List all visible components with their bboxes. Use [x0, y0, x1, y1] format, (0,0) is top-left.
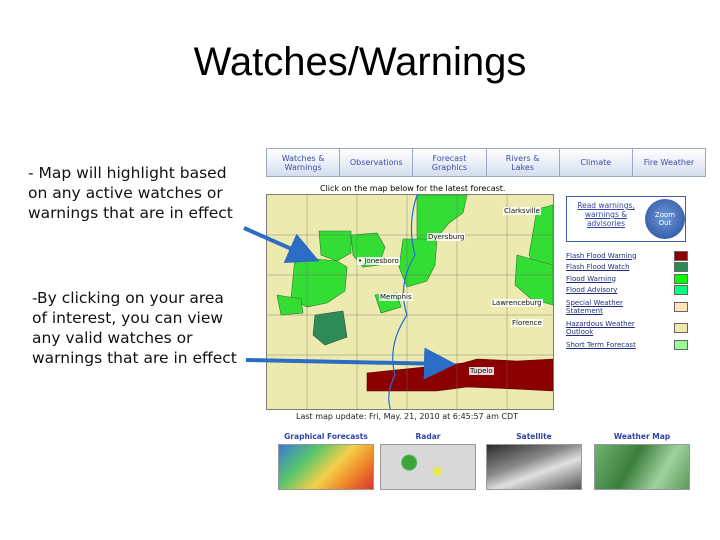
tab-climate[interactable]: Climate — [560, 149, 633, 176]
legend-swatch — [674, 250, 688, 261]
legend-swatch — [674, 273, 688, 284]
legend-label: Short Term Forecast — [566, 340, 636, 349]
radar-map-image — [380, 444, 476, 490]
map-caption: Click on the map below for the latest fo… — [320, 184, 506, 193]
bullet-map-highlight: - Map will highlight based on any active… — [28, 164, 233, 222]
zoom-out-label: Zoom Out — [654, 211, 676, 227]
city-label: Florence — [511, 319, 543, 327]
tab-rivers-lakes[interactable]: Rivers & Lakes — [487, 149, 560, 176]
warning-legend: Flash Flood Warning Flash Flood Watch Fl… — [566, 250, 688, 351]
legend-swatch — [674, 285, 688, 295]
legend-label: Flash Flood Warning — [566, 251, 637, 260]
weather-map-thumbnail[interactable]: Weather Map — [594, 432, 690, 490]
city-label: Memphis — [379, 293, 413, 301]
legend-label: Special Weather Statement — [566, 298, 623, 315]
thumbnail-title: Radar — [415, 432, 441, 441]
graphical-forecasts-thumbnail[interactable]: Graphical Forecasts — [278, 432, 374, 490]
tab-forecast-graphics[interactable]: Forecast Graphics — [413, 149, 487, 176]
satellite-thumbnail[interactable]: Satellite — [486, 432, 582, 490]
legend-label: Flood Advisory — [566, 286, 618, 294]
flood-warning-area — [318, 230, 352, 262]
radar-thumbnail[interactable]: Radar — [380, 432, 476, 490]
legend-swatch — [674, 301, 688, 312]
thumbnail-title: Graphical Forecasts — [284, 432, 368, 441]
legend-item[interactable]: Flash Flood Watch — [566, 262, 688, 273]
warning-map[interactable]: Clarksville Dyersburg • Jonesboro Memphi… — [266, 194, 554, 410]
tab-observations[interactable]: Observations — [340, 149, 414, 176]
legend-item[interactable]: Flood Advisory — [566, 285, 688, 296]
legend-item[interactable]: Flood Warning — [566, 273, 688, 284]
last-map-update: Last map update: Fri, May. 21, 2010 at 6… — [296, 412, 519, 421]
tab-fire-weather[interactable]: Fire Weather — [633, 149, 705, 176]
city-label: Tupelo — [469, 367, 494, 375]
forecast-map-image — [278, 444, 374, 490]
legend-item[interactable]: Hazardous Weather Outlook — [566, 318, 688, 339]
city-label: Clarksville — [503, 207, 541, 215]
zoom-out-button[interactable]: Zoom Out — [645, 199, 685, 239]
weather-map-image — [594, 444, 690, 490]
bullet-click-area: -By clicking on your area of interest, y… — [32, 289, 237, 367]
legend-swatch — [674, 262, 688, 272]
thumbnail-title: Weather Map — [613, 432, 671, 441]
legend-item[interactable]: Short Term Forecast — [566, 339, 688, 350]
legend-item[interactable]: Flash Flood Warning — [566, 250, 688, 261]
read-warnings-link[interactable]: Read warnings, warnings & advisories — [571, 201, 641, 228]
slide-title: Watches/Warnings — [193, 40, 527, 84]
city-label: • Jonesboro — [357, 257, 400, 265]
legend-swatch — [674, 323, 688, 333]
nav-bar: Watches & Warnings Observations Forecast… — [266, 148, 706, 177]
legend-swatch — [674, 339, 688, 350]
legend-label: Flash Flood Watch — [566, 263, 630, 271]
city-label: Dyersburg — [427, 233, 466, 241]
satellite-map-image — [486, 444, 582, 490]
thumbnail-title: Satellite — [516, 432, 552, 441]
tab-watches-warnings[interactable]: Watches & Warnings — [267, 149, 341, 176]
flash-flood-watch-area — [312, 310, 348, 346]
legend-label: Flood Warning — [566, 274, 616, 283]
advisories-panel: Read warnings, warnings & advisories Zoo… — [566, 196, 686, 242]
legend-item[interactable]: Special Weather Statement — [566, 296, 688, 317]
legend-label: Hazardous Weather Outlook — [566, 320, 635, 336]
city-label: Lawrenceburg — [491, 299, 543, 307]
